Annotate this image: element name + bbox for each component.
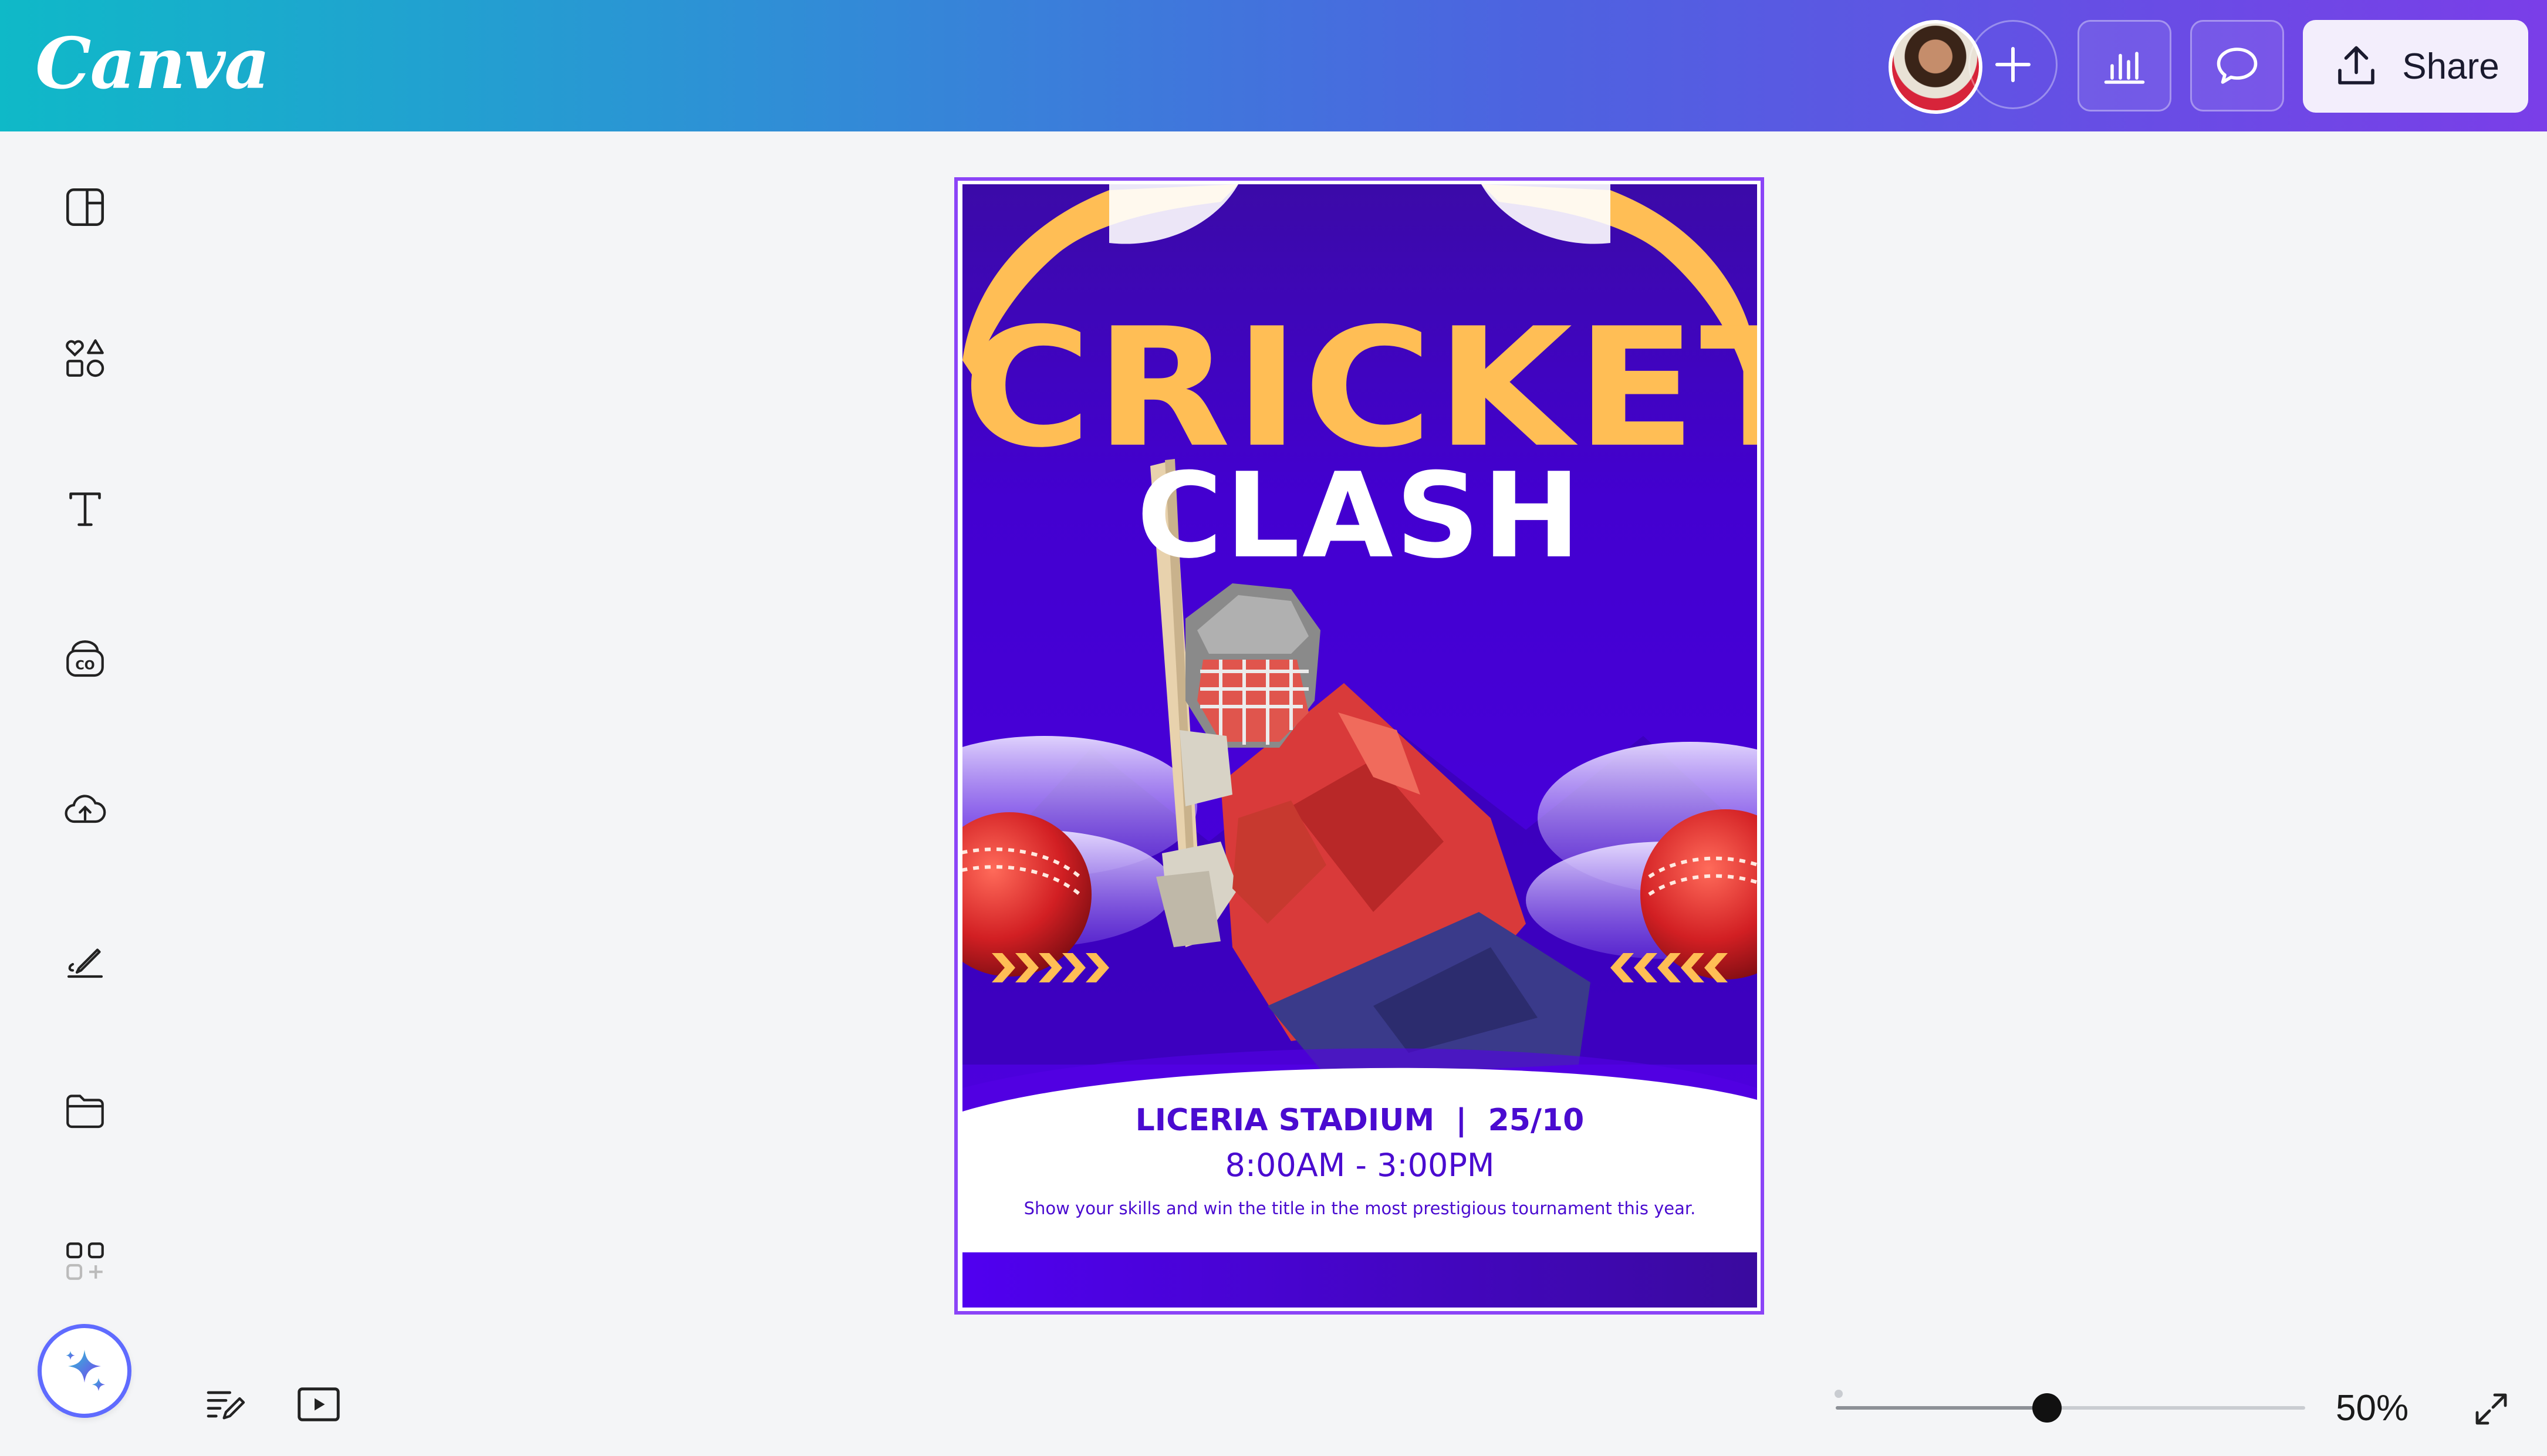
sidebar-item-brand[interactable]: CO xyxy=(47,621,123,697)
apps-icon xyxy=(66,1242,104,1280)
notes-icon xyxy=(207,1391,245,1420)
poster-title-bottom[interactable]: CLASH xyxy=(962,458,1757,575)
cricket-poster[interactable]: CRICKET CLASH LICERIA STADIUM | 25/10 8:… xyxy=(962,184,1757,1308)
brand-icon: CO xyxy=(66,640,104,677)
present-button[interactable] xyxy=(292,1378,345,1431)
draw-icon xyxy=(67,948,103,978)
fullscreen-button[interactable] xyxy=(2465,1383,2518,1435)
text-icon xyxy=(69,492,101,526)
svg-text:CO: CO xyxy=(75,658,94,673)
poster-venue-date[interactable]: LICERIA STADIUM | 25/10 xyxy=(962,1103,1757,1138)
sidebar-item-uploads[interactable] xyxy=(47,771,123,847)
add-collaborator-button[interactable] xyxy=(1968,20,2058,109)
sparkle-icon xyxy=(66,1350,106,1391)
zoom-min-marker xyxy=(1835,1390,1843,1398)
bar-chart-icon xyxy=(2104,52,2145,84)
poster-time[interactable]: 8:00AM - 3:00PM xyxy=(962,1147,1757,1184)
uploads-cloud-icon xyxy=(65,795,106,823)
magic-assistant-button[interactable] xyxy=(38,1324,131,1418)
zoom-slider-fill xyxy=(1836,1406,2047,1410)
poster-tagline[interactable]: Show your skills and win the title in th… xyxy=(962,1198,1757,1218)
elements-shapes-icon xyxy=(66,339,104,377)
plus-icon xyxy=(1995,47,2031,82)
sidebar-item-elements[interactable] xyxy=(47,320,123,396)
upload-icon xyxy=(2338,46,2375,85)
analytics-button[interactable] xyxy=(2078,20,2171,112)
projects-folder-icon xyxy=(66,1094,104,1129)
play-icon xyxy=(298,1387,340,1421)
sidebar-item-projects[interactable] xyxy=(47,1072,123,1148)
poster-title-top[interactable]: CRICKET xyxy=(962,306,1757,471)
share-label: Share xyxy=(2402,46,2499,87)
sidebar-item-apps[interactable] xyxy=(47,1223,123,1299)
canva-logo[interactable]: Canva xyxy=(35,22,270,105)
share-button[interactable]: Share xyxy=(2303,20,2528,113)
expand-icon xyxy=(2475,1393,2507,1425)
design-panel-icon xyxy=(66,188,104,227)
comment-button[interactable] xyxy=(2190,20,2284,112)
zoom-slider-handle[interactable] xyxy=(2032,1393,2062,1423)
zoom-level[interactable]: 50% xyxy=(2336,1387,2408,1429)
notes-button[interactable] xyxy=(200,1378,252,1431)
sidebar-item-text[interactable] xyxy=(47,470,123,546)
sidebar-item-design[interactable] xyxy=(47,169,123,245)
top-bar: Canva Share xyxy=(0,0,2547,131)
comment-icon xyxy=(2217,48,2258,84)
sidebar-item-draw[interactable] xyxy=(47,922,123,998)
